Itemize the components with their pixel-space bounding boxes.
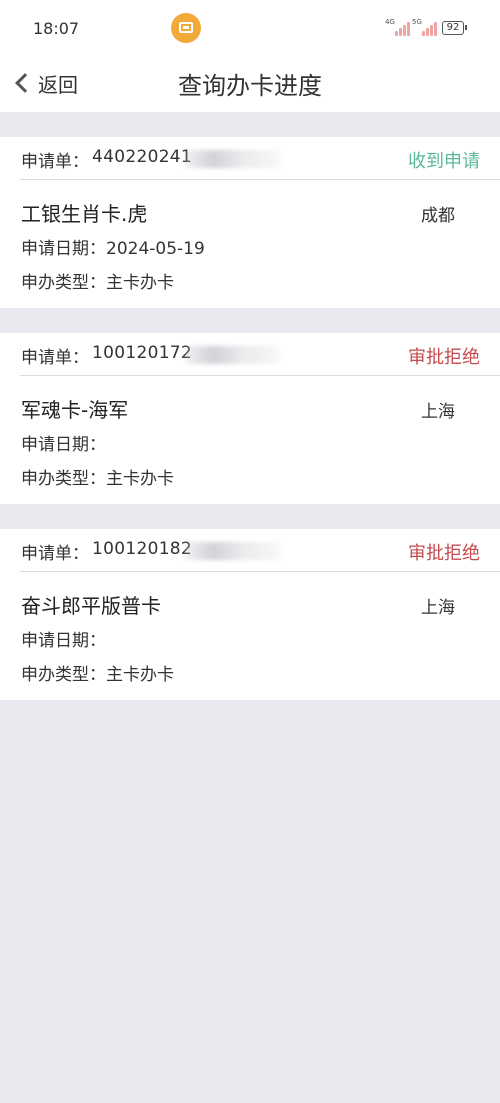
signal-4g-icon: 4G bbox=[385, 18, 411, 36]
signal-4g-label: 4G bbox=[385, 18, 395, 26]
redacted-mask bbox=[185, 542, 280, 560]
apply-date-value: 2024-05-19 bbox=[106, 239, 205, 259]
nav-bar: 返回 查询办卡进度 bbox=[0, 56, 500, 112]
apply-type-label: 申办类型： bbox=[21, 469, 106, 489]
apply-date-row: 申请日期： bbox=[21, 626, 106, 651]
application-card[interactable]: 申请单： 100120172 审批拒绝 军魂卡-海军 上海 申请日期： 申办类型… bbox=[0, 333, 500, 504]
application-card[interactable]: 申请单： 100120182 审批拒绝 奋斗郎平版普卡 上海 申请日期： 申办类… bbox=[0, 529, 500, 700]
redacted-mask bbox=[185, 346, 280, 364]
apply-date-row: 申请日期：2024-05-19 bbox=[21, 234, 205, 259]
apply-date-label: 申请日期： bbox=[21, 239, 106, 259]
application-no-label: 申请单： bbox=[21, 544, 89, 564]
application-no-label: 申请单： bbox=[21, 348, 89, 368]
signal-5g-icon: 5G bbox=[412, 18, 438, 36]
card-city: 成都 bbox=[421, 206, 455, 226]
apply-type-row: 申办类型：主卡办卡 bbox=[21, 660, 174, 685]
status-badge: 收到申请 bbox=[408, 151, 480, 172]
page-title: 查询办卡进度 bbox=[178, 72, 322, 100]
divider bbox=[20, 375, 500, 376]
battery-icon: 92 bbox=[442, 21, 467, 35]
card-city: 上海 bbox=[421, 598, 455, 618]
apply-date-label: 申请日期： bbox=[21, 435, 106, 455]
apply-type-label: 申办类型： bbox=[21, 665, 106, 685]
card-product-name: 工银生肖卡.虎 bbox=[21, 202, 148, 226]
status-badge: 审批拒绝 bbox=[408, 543, 480, 564]
signal-5g-label: 5G bbox=[412, 18, 422, 26]
application-header: 申请单： 440220241 收到申请 bbox=[0, 137, 500, 179]
divider bbox=[20, 571, 500, 572]
application-number: 100120172 bbox=[92, 343, 193, 363]
application-header: 申请单： 100120182 审批拒绝 bbox=[0, 529, 500, 571]
application-card[interactable]: 申请单： 440220241 收到申请 工银生肖卡.虎 成都 申请日期：2024… bbox=[0, 137, 500, 308]
apply-date-label: 申请日期： bbox=[21, 631, 106, 651]
application-number: 440220241 bbox=[92, 147, 193, 167]
apply-type-label: 申办类型： bbox=[21, 273, 106, 293]
status-time: 18:07 bbox=[33, 19, 80, 38]
apply-date-row: 申请日期： bbox=[21, 430, 106, 455]
apply-type-value: 主卡办卡 bbox=[106, 665, 174, 685]
status-bar: 18:07 4G 5G 92 bbox=[0, 0, 500, 56]
redacted-mask bbox=[185, 150, 280, 168]
status-badge: 审批拒绝 bbox=[408, 347, 480, 368]
application-number: 100120182 bbox=[92, 539, 193, 559]
card-product-name: 军魂卡-海军 bbox=[21, 398, 129, 422]
card-city: 上海 bbox=[421, 402, 455, 422]
card-product-name: 奋斗郎平版普卡 bbox=[21, 594, 161, 618]
application-no-label: 申请单： bbox=[21, 152, 89, 172]
apply-type-row: 申办类型：主卡办卡 bbox=[21, 464, 174, 489]
apply-type-row: 申办类型：主卡办卡 bbox=[21, 268, 174, 293]
app-notification-icon bbox=[171, 13, 201, 43]
apply-type-value: 主卡办卡 bbox=[106, 273, 174, 293]
apply-type-value: 主卡办卡 bbox=[106, 469, 174, 489]
divider bbox=[20, 179, 500, 180]
application-header: 申请单： 100120172 审批拒绝 bbox=[0, 333, 500, 375]
